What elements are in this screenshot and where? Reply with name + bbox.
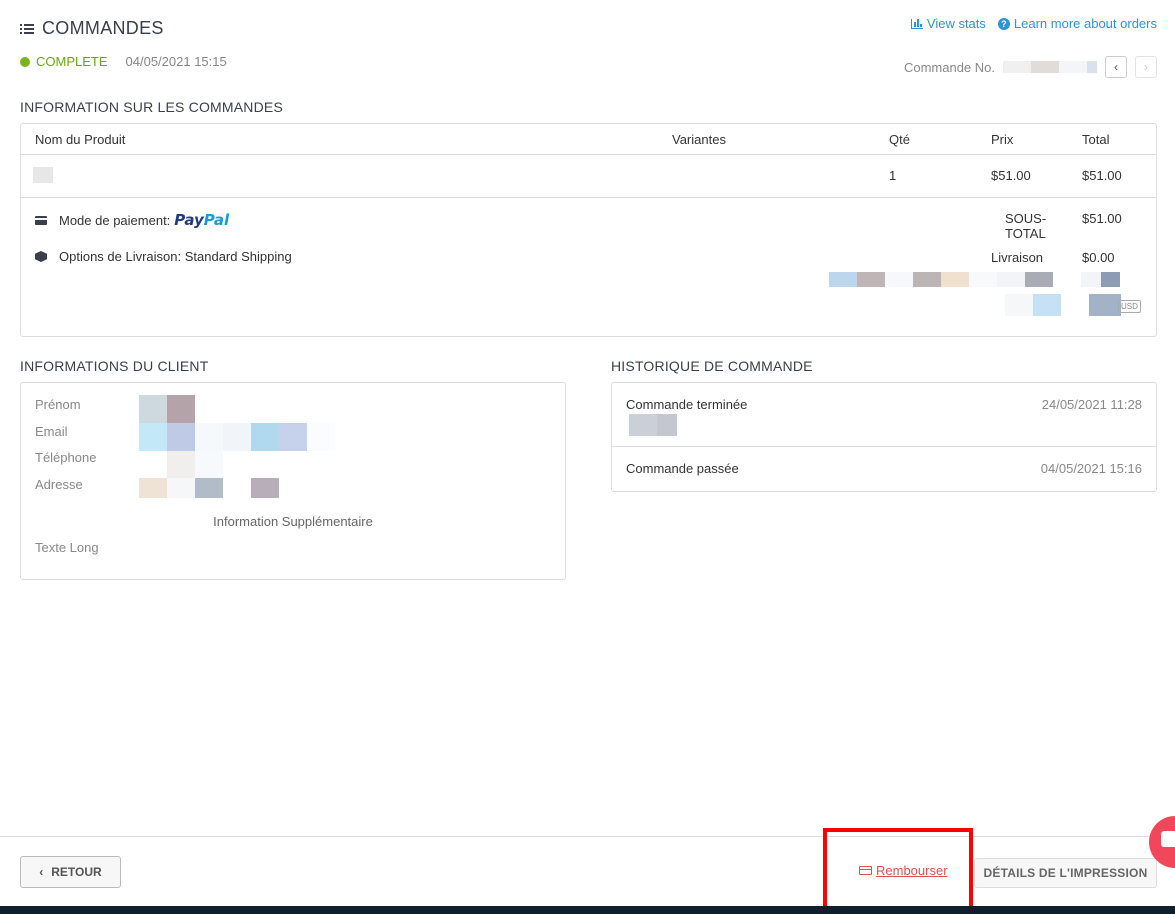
subtotal-label: SOUS-TOTAL <box>1005 211 1047 241</box>
history-title: HISTORIQUE DE COMMANDE <box>611 358 813 374</box>
client-info-title: INFORMATIONS DU CLIENT <box>20 358 209 374</box>
order-status: COMPLETE 04/05/2021 15:15 <box>20 54 227 69</box>
extra-info-title: Information Supplémentaire <box>213 514 373 529</box>
history-event-name: Commande terminée <box>626 397 748 412</box>
client-info-panel: Prénom Email Téléphone Adresse Informati… <box>20 382 566 580</box>
address-redacted <box>139 478 279 498</box>
view-stats-label: View stats <box>926 16 986 31</box>
shipping-label: Options de Livraison: Standard Shipping <box>59 249 292 264</box>
chevron-left-icon: ‹ <box>39 865 44 879</box>
view-stats-link[interactable]: View stats <box>910 16 986 31</box>
credit-card-icon <box>35 215 47 225</box>
history-event-time: 04/05/2021 15:16 <box>1040 461 1142 476</box>
email-label: Email <box>35 424 68 439</box>
bottom-strip <box>0 906 1175 914</box>
history-event-name: Commande passée <box>626 461 739 476</box>
history-item: Commande passée 04/05/2021 15:16 <box>612 447 1156 491</box>
order-number: Commande No. ‹ › <box>904 56 1157 78</box>
order-table: Nom du Produit Variantes Qté Prix Total … <box>20 123 1157 337</box>
back-button[interactable]: ‹ RETOUR <box>20 856 121 888</box>
bar-chart-icon <box>910 18 923 29</box>
history-item: Commande terminée 24/05/2021 11:28 <box>612 383 1156 447</box>
history-panel: Commande terminée 24/05/2021 11:28 Comma… <box>611 382 1157 492</box>
order-summary: Mode de paiement: PayPal Options de Livr… <box>21 198 1156 336</box>
page-header: COMMANDES <box>20 18 164 39</box>
col-total: Total <box>1082 132 1110 147</box>
prev-order-button[interactable]: ‹ <box>1105 56 1127 78</box>
order-info-title: INFORMATION SUR LES COMMANDES <box>20 99 284 115</box>
status-dot-icon <box>20 56 30 67</box>
package-icon <box>35 251 47 262</box>
first-name-redacted <box>139 395 195 423</box>
highlight-box <box>823 828 973 910</box>
order-number-redacted <box>1003 61 1097 73</box>
next-order-button[interactable]: › <box>1135 56 1157 78</box>
payment-label: Mode de paiement: <box>59 212 171 228</box>
paypal-logo: PayPal <box>174 211 230 229</box>
payment-method: Mode de paiement: PayPal <box>35 211 229 229</box>
table-header: Nom du Produit Variantes Qté Prix Total <box>21 124 1156 155</box>
col-price: Prix <box>991 132 1014 147</box>
chat-icon <box>1161 831 1175 847</box>
help-icon: ? <box>997 17 1010 30</box>
history-event-time: 24/05/2021 11:28 <box>1041 397 1142 412</box>
learn-more-label: Learn more about orders <box>1013 16 1157 31</box>
shipping-option: Options de Livraison: Standard Shipping <box>35 249 292 264</box>
email-redacted <box>139 423 335 451</box>
product-thumbnail <box>33 167 53 183</box>
print-details-label: DÉTAILS DE L'IMPRESSION <box>983 866 1148 880</box>
item-qty: 1 <box>889 168 897 183</box>
address-label: Adresse <box>35 477 83 492</box>
col-variants: Variantes <box>672 132 726 147</box>
list-icon <box>20 23 34 35</box>
top-links: View stats ? Learn more about orders <box>910 16 1157 31</box>
shipping-cost-value: $0.00 <box>1082 250 1115 265</box>
subtotal-value: $51.00 <box>1082 211 1122 226</box>
print-details-button[interactable]: DÉTAILS DE L'IMPRESSION <box>974 858 1157 888</box>
learn-more-link[interactable]: ? Learn more about orders <box>997 16 1157 31</box>
table-row: 1 $51.00 $51.00 <box>21 155 1156 198</box>
footer-bar: ‹ RETOUR Rembourser DÉTAILS DE L'IMPRESS… <box>0 836 1175 906</box>
back-button-label: RETOUR <box>51 865 102 879</box>
item-price: $51.00 <box>991 168 1031 183</box>
redacted-total <box>1005 294 1121 316</box>
phone-label: Téléphone <box>35 450 97 465</box>
item-total: $51.00 <box>1082 168 1122 183</box>
page-title: COMMANDES <box>42 18 164 38</box>
first-name-label: Prénom <box>35 397 81 412</box>
currency-badge: USD <box>1118 300 1141 313</box>
col-product: Nom du Produit <box>35 132 126 147</box>
history-author-redacted <box>629 414 677 436</box>
status-badge: COMPLETE <box>36 54 108 69</box>
shipping-cost-label: Livraison <box>991 250 1044 265</box>
col-qty: Qté <box>889 132 910 147</box>
phone-redacted <box>139 451 223 479</box>
long-text-label: Texte Long <box>35 540 99 555</box>
order-date: 04/05/2021 15:15 <box>125 54 227 69</box>
order-number-label: Commande No. <box>903 59 995 75</box>
redacted-discount <box>824 272 1120 287</box>
